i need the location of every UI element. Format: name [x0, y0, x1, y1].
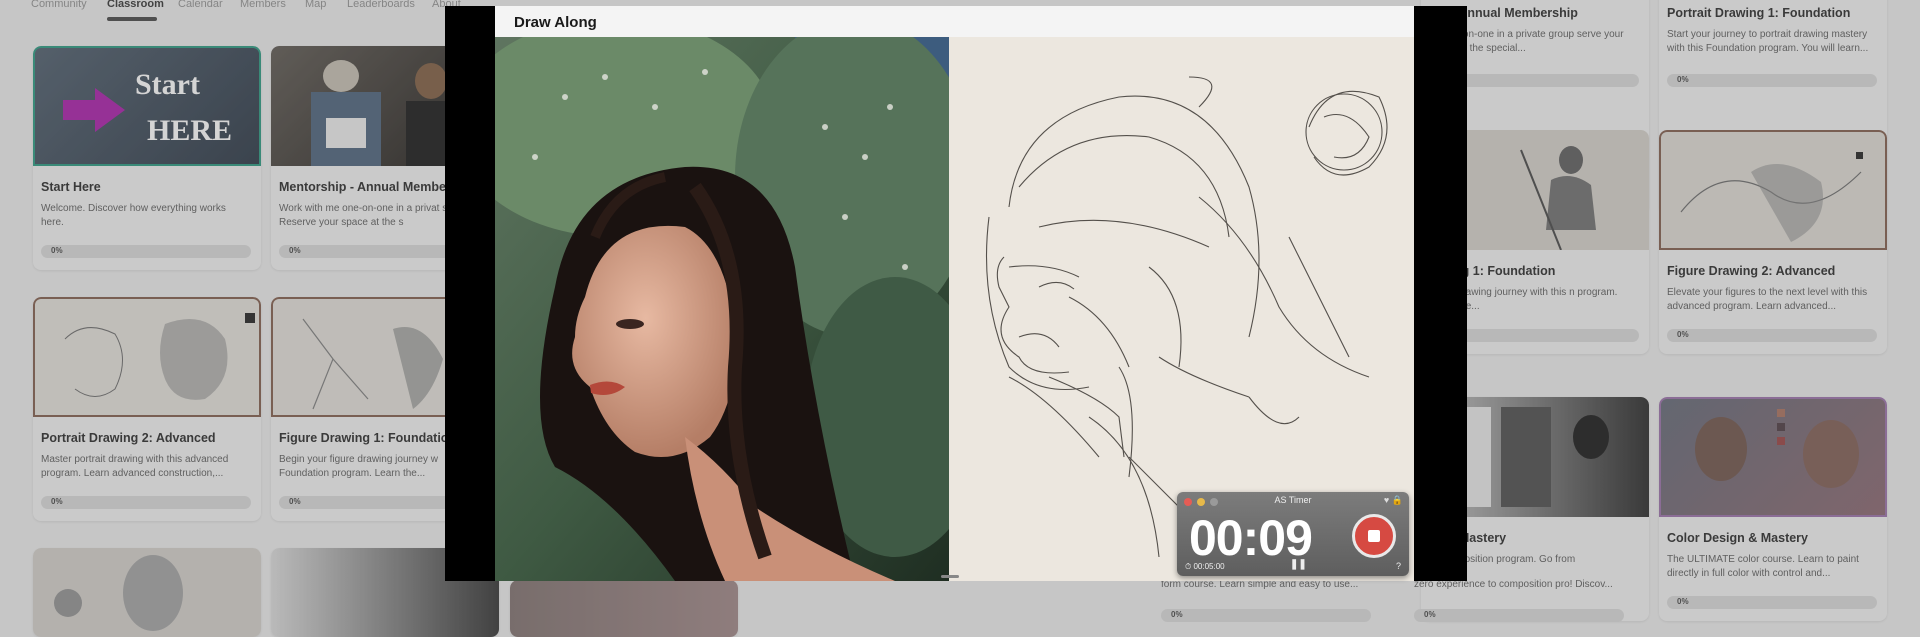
pane-resize-handle[interactable] [941, 575, 959, 578]
timer-elapsed: ⏱ 00:05:00 [1185, 562, 1225, 571]
modal-header: Draw Along [495, 6, 1414, 37]
timer-toolbar: ♥ 🔒 [1384, 495, 1403, 506]
pause-icon[interactable]: ❚❚ [1290, 559, 1307, 570]
help-button[interactable]: ? [1396, 561, 1401, 571]
modal-title: Draw Along [514, 14, 597, 31]
lock-icon[interactable]: 🔒 [1392, 495, 1403, 505]
timer-app-name: AS Timer [1274, 495, 1312, 505]
heart-icon[interactable]: ♥ [1384, 495, 1389, 505]
stop-button[interactable] [1352, 514, 1396, 558]
stop-icon [1368, 530, 1380, 542]
timer-widget[interactable]: AS Timer ♥ 🔒 00:09 ⏱ 00:05:00 ❚❚ ? [1177, 492, 1409, 576]
reference-photo [495, 37, 949, 581]
